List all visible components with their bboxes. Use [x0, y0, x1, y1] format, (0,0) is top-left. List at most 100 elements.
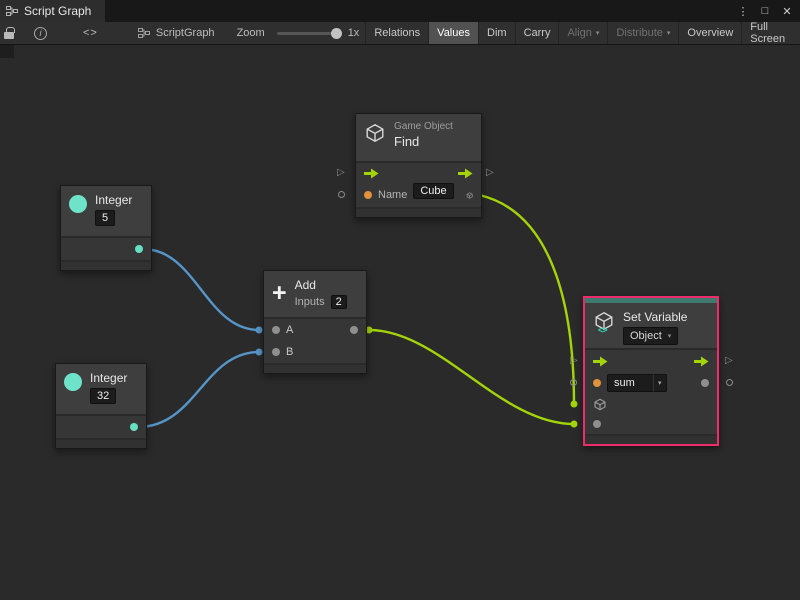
name-value-field[interactable]: Cube — [413, 183, 453, 199]
chevron-down-icon: ▾ — [667, 29, 671, 37]
script-graph-icon — [6, 5, 18, 17]
align-button[interactable]: Align ▾ — [558, 22, 607, 44]
menu-icon[interactable]: ⋮ — [734, 2, 752, 20]
wire-endpoint — [256, 349, 263, 356]
wire-endpoint — [571, 401, 578, 408]
set-variable-icon: <> — [593, 310, 615, 334]
integer-node-32[interactable]: Integer 32 — [55, 363, 147, 449]
port-a-label: A — [286, 324, 293, 336]
relations-button[interactable]: Relations — [365, 22, 428, 44]
info-icon: i — [34, 27, 47, 40]
game-object-output-port-icon[interactable] — [466, 188, 473, 203]
input-circle-icon — [570, 379, 577, 386]
value-input-port[interactable] — [593, 420, 601, 428]
dim-button[interactable]: Dim — [478, 22, 515, 44]
name-label: Name — [378, 189, 407, 201]
sum-output-port[interactable] — [350, 326, 358, 334]
node-category: Game Object — [394, 121, 453, 132]
chevron-down-icon: ▾ — [668, 332, 672, 340]
close-icon[interactable]: ✕ — [778, 2, 796, 20]
integer-output-port[interactable] — [130, 423, 138, 431]
zoom-value: 1x — [346, 22, 366, 44]
distribute-button[interactable]: Distribute ▾ — [607, 22, 678, 44]
input-port-a[interactable] — [272, 326, 280, 334]
zoom-label: Zoom — [231, 22, 271, 44]
flow-in-triangle-icon: ▷ — [570, 356, 580, 366]
object-target-port-icon[interactable] — [593, 397, 607, 412]
node-footer — [585, 434, 717, 444]
window-controls: ⋮ □ ✕ — [734, 0, 800, 22]
connection-wire-add-to-setvariable[interactable] — [369, 330, 574, 424]
code-icon: <> — [83, 27, 98, 39]
input-port-b[interactable] — [272, 348, 280, 356]
button-label: Values — [437, 27, 470, 39]
node-title: Set Variable — [623, 310, 687, 324]
button-label: Relations — [374, 27, 420, 39]
flow-in-arrow-icon[interactable] — [364, 168, 379, 179]
maximize-icon[interactable]: □ — [756, 2, 774, 20]
button-label: Carry — [524, 27, 551, 39]
variable-name-input-port[interactable] — [593, 379, 601, 387]
flow-out-arrow-icon[interactable] — [694, 356, 709, 367]
game-object-icon — [364, 121, 386, 145]
zoom-slider-handle[interactable] — [331, 28, 342, 39]
set-variable-node[interactable]: <> Set Variable Object ▾ — [583, 296, 719, 446]
connection-wire-int32-to-addB[interactable] — [138, 352, 259, 427]
canvas-corner-notch — [0, 45, 14, 58]
button-label: Overview — [687, 27, 733, 39]
values-button[interactable]: Values — [428, 22, 478, 44]
integer-node-5[interactable]: Integer 5 — [60, 185, 152, 271]
wire-endpoint — [256, 327, 263, 334]
wire-endpoint — [571, 421, 578, 428]
code-view-button[interactable]: <> — [77, 22, 104, 44]
lock-button[interactable] — [0, 22, 20, 44]
value-output-port[interactable] — [701, 379, 709, 387]
node-title: Add — [295, 278, 347, 292]
connection-wire-int5-to-addA[interactable] — [143, 249, 259, 330]
node-footer — [356, 207, 481, 217]
button-label: Align — [567, 27, 591, 39]
button-label: Distribute — [616, 27, 662, 39]
button-label: Full Screen — [750, 21, 792, 45]
port-b-label: B — [286, 346, 293, 358]
toolbar: i <> ScriptGraph Zoom 1x Relations Value… — [0, 22, 800, 45]
node-footer — [264, 363, 366, 373]
info-button[interactable]: i — [28, 22, 53, 44]
integer-output-port[interactable] — [135, 245, 143, 253]
node-footer — [61, 260, 151, 270]
add-icon: + — [272, 282, 287, 304]
script-graph-icon — [138, 27, 150, 39]
tab-script-graph[interactable]: Script Graph — [0, 0, 105, 22]
node-title: Integer — [90, 371, 127, 385]
inputs-count-field[interactable]: 2 — [331, 295, 347, 309]
connection-wire-find-to-setvariable[interactable] — [479, 195, 574, 404]
zoom-slider[interactable] — [277, 32, 340, 35]
integer-icon — [69, 195, 87, 213]
variable-scope-dropdown[interactable]: Object ▾ — [623, 327, 678, 345]
input-circle-icon — [338, 191, 345, 198]
flow-in-triangle-icon: ▷ — [337, 168, 347, 178]
carry-button[interactable]: Carry — [515, 22, 559, 44]
output-circle-icon — [726, 379, 733, 386]
tab-title: Script Graph — [24, 4, 91, 18]
integer-value-field[interactable]: 5 — [95, 210, 115, 226]
node-title: Find — [394, 134, 453, 149]
fullscreen-button[interactable]: Full Screen — [741, 22, 800, 44]
integer-icon — [64, 373, 82, 391]
name-input-port[interactable] — [364, 191, 372, 199]
integer-value-field[interactable]: 32 — [90, 388, 116, 404]
chevron-down-icon: ▾ — [653, 374, 667, 392]
game-object-find-node[interactable]: Game Object Find Name Cube — [355, 113, 482, 218]
button-label: Dim — [487, 27, 507, 39]
graph-breadcrumb[interactable]: ScriptGraph — [132, 22, 221, 44]
variable-select[interactable]: sum ▾ — [607, 374, 667, 392]
chevron-down-icon: ▾ — [596, 29, 600, 37]
graph-canvas[interactable]: Integer 5 Integer 32 + — [0, 45, 800, 600]
titlebar: Script Graph ⋮ □ ✕ — [0, 0, 800, 22]
add-node[interactable]: + Add Inputs 2 A B — [263, 270, 367, 374]
node-footer — [56, 438, 146, 448]
overview-button[interactable]: Overview — [678, 22, 741, 44]
graph-name: ScriptGraph — [156, 27, 215, 39]
flow-out-arrow-icon[interactable] — [458, 168, 473, 179]
flow-in-arrow-icon[interactable] — [593, 356, 608, 367]
